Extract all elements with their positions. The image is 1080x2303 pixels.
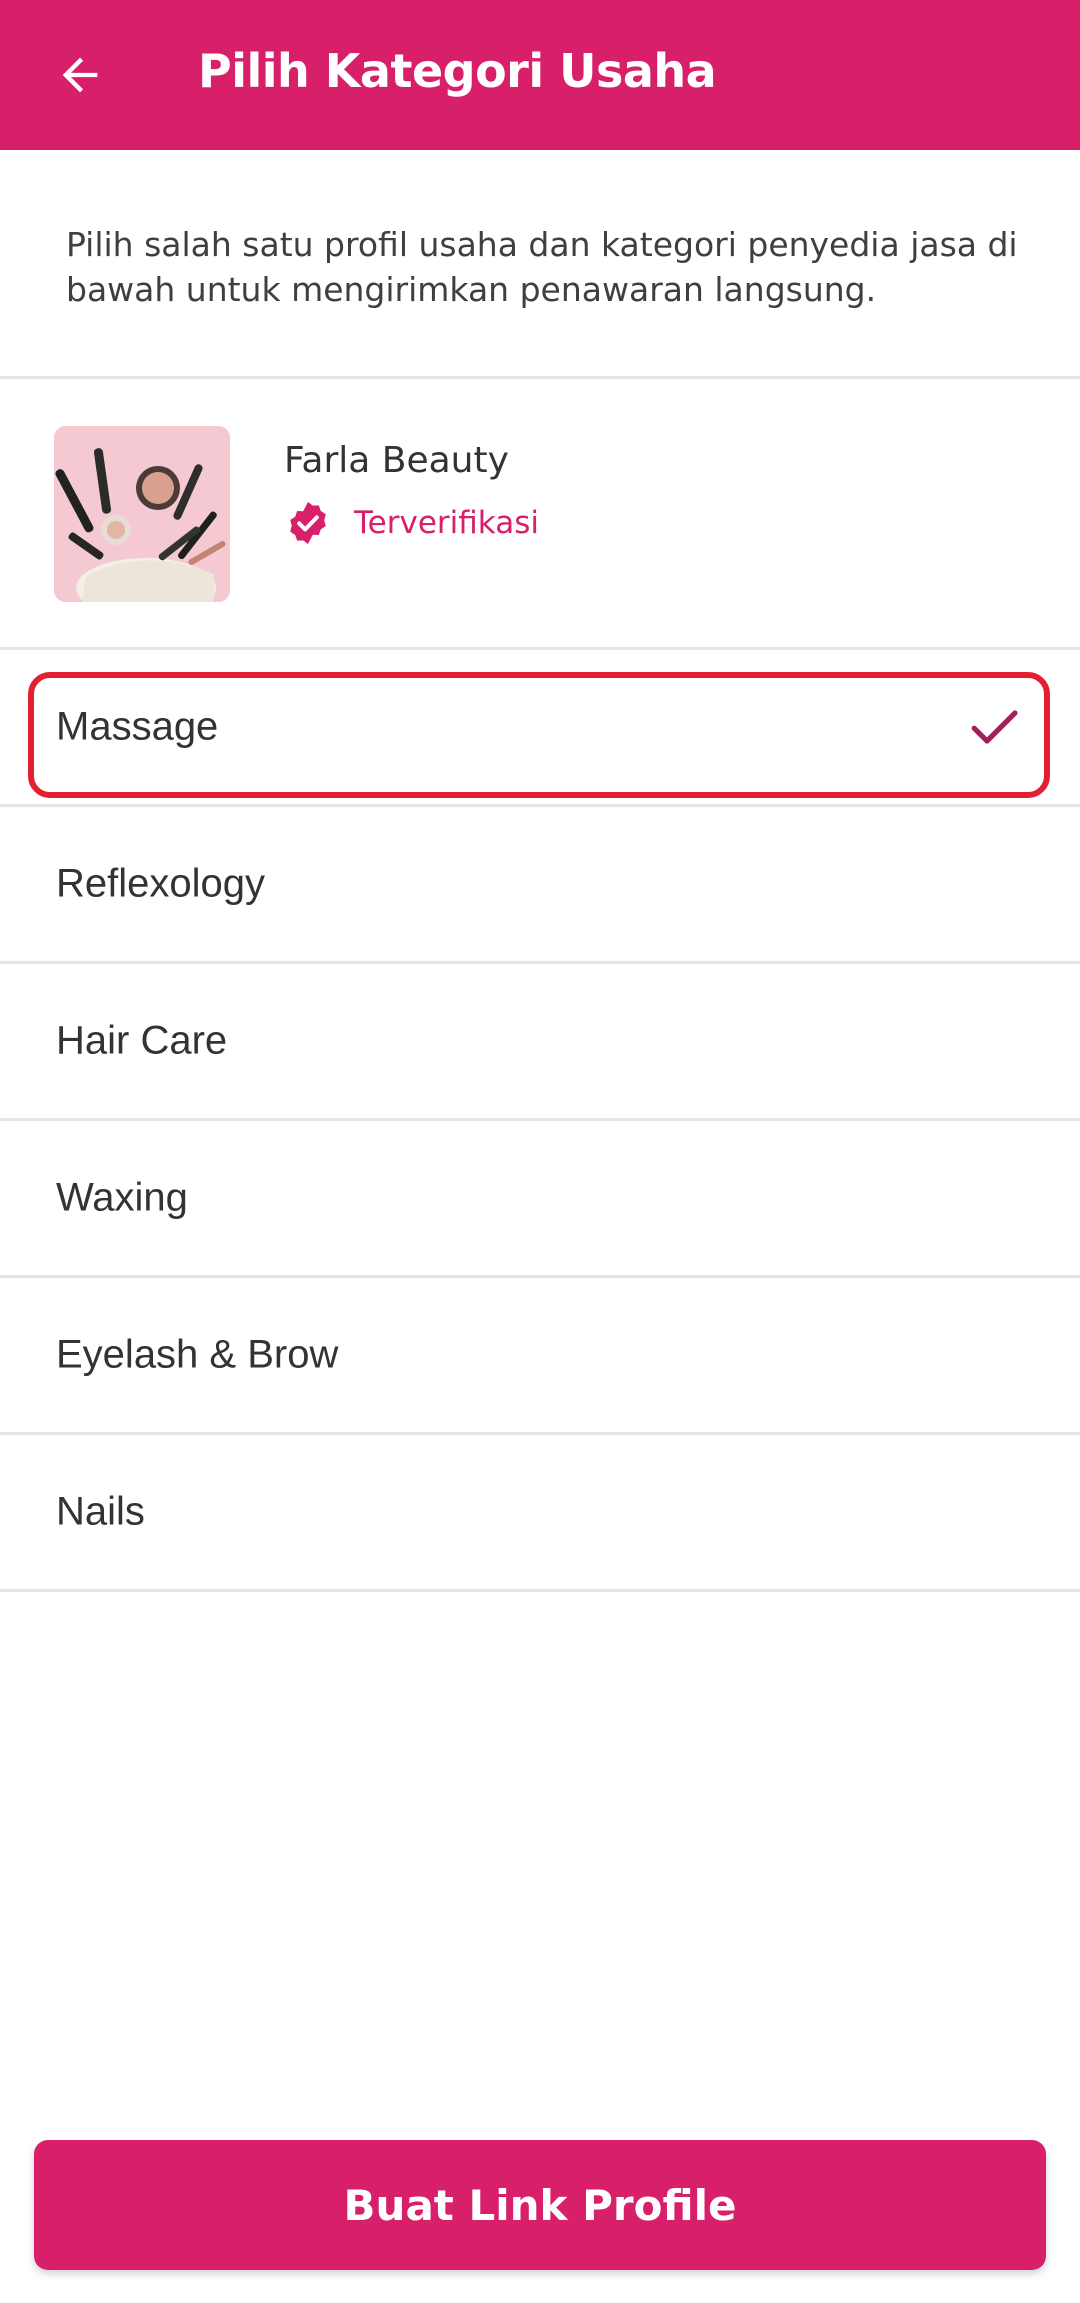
page-title: Pilih Kategori Usaha [198, 44, 717, 98]
category-label: Hair Care [56, 1018, 228, 1063]
category-label: Waxing [56, 1175, 188, 1220]
category-label: Eyelash & Brow [56, 1332, 339, 1377]
create-profile-link-label: Buat Link Profile [343, 2180, 737, 2230]
category-item-hair-care[interactable]: Hair Care [0, 964, 1080, 1118]
back-button[interactable] [40, 35, 120, 115]
cosmetics-thumbnail [54, 426, 230, 602]
category-item-nails[interactable]: Nails [0, 1435, 1080, 1589]
create-profile-link-button[interactable]: Buat Link Profile [34, 2140, 1046, 2270]
category-label: Reflexology [56, 861, 266, 906]
divider [0, 1589, 1080, 1592]
checkmark-icon [971, 710, 1018, 744]
category-item-eyelash-brow[interactable]: Eyelash & Brow [0, 1278, 1080, 1432]
divider [0, 376, 1080, 379]
category-label: Massage [56, 704, 219, 749]
intro-text: Pilih salah satu profil usaha dan katego… [66, 225, 1018, 309]
app-bar: Pilih Kategori Usaha [0, 0, 1080, 150]
category-label: Nails [56, 1489, 145, 1534]
verified-label: Terverifikasi [354, 505, 539, 541]
verified-badge-icon [290, 502, 326, 544]
arrow-left-icon [62, 57, 98, 93]
business-name: Farla Beauty [284, 440, 509, 481]
category-item-waxing[interactable]: Waxing [0, 1121, 1080, 1275]
verified-status: Terverifikasi [284, 498, 539, 548]
category-item-massage[interactable]: Massage [0, 650, 1080, 804]
category-item-reflexology[interactable]: Reflexology [0, 807, 1080, 961]
business-thumbnail [54, 426, 230, 602]
